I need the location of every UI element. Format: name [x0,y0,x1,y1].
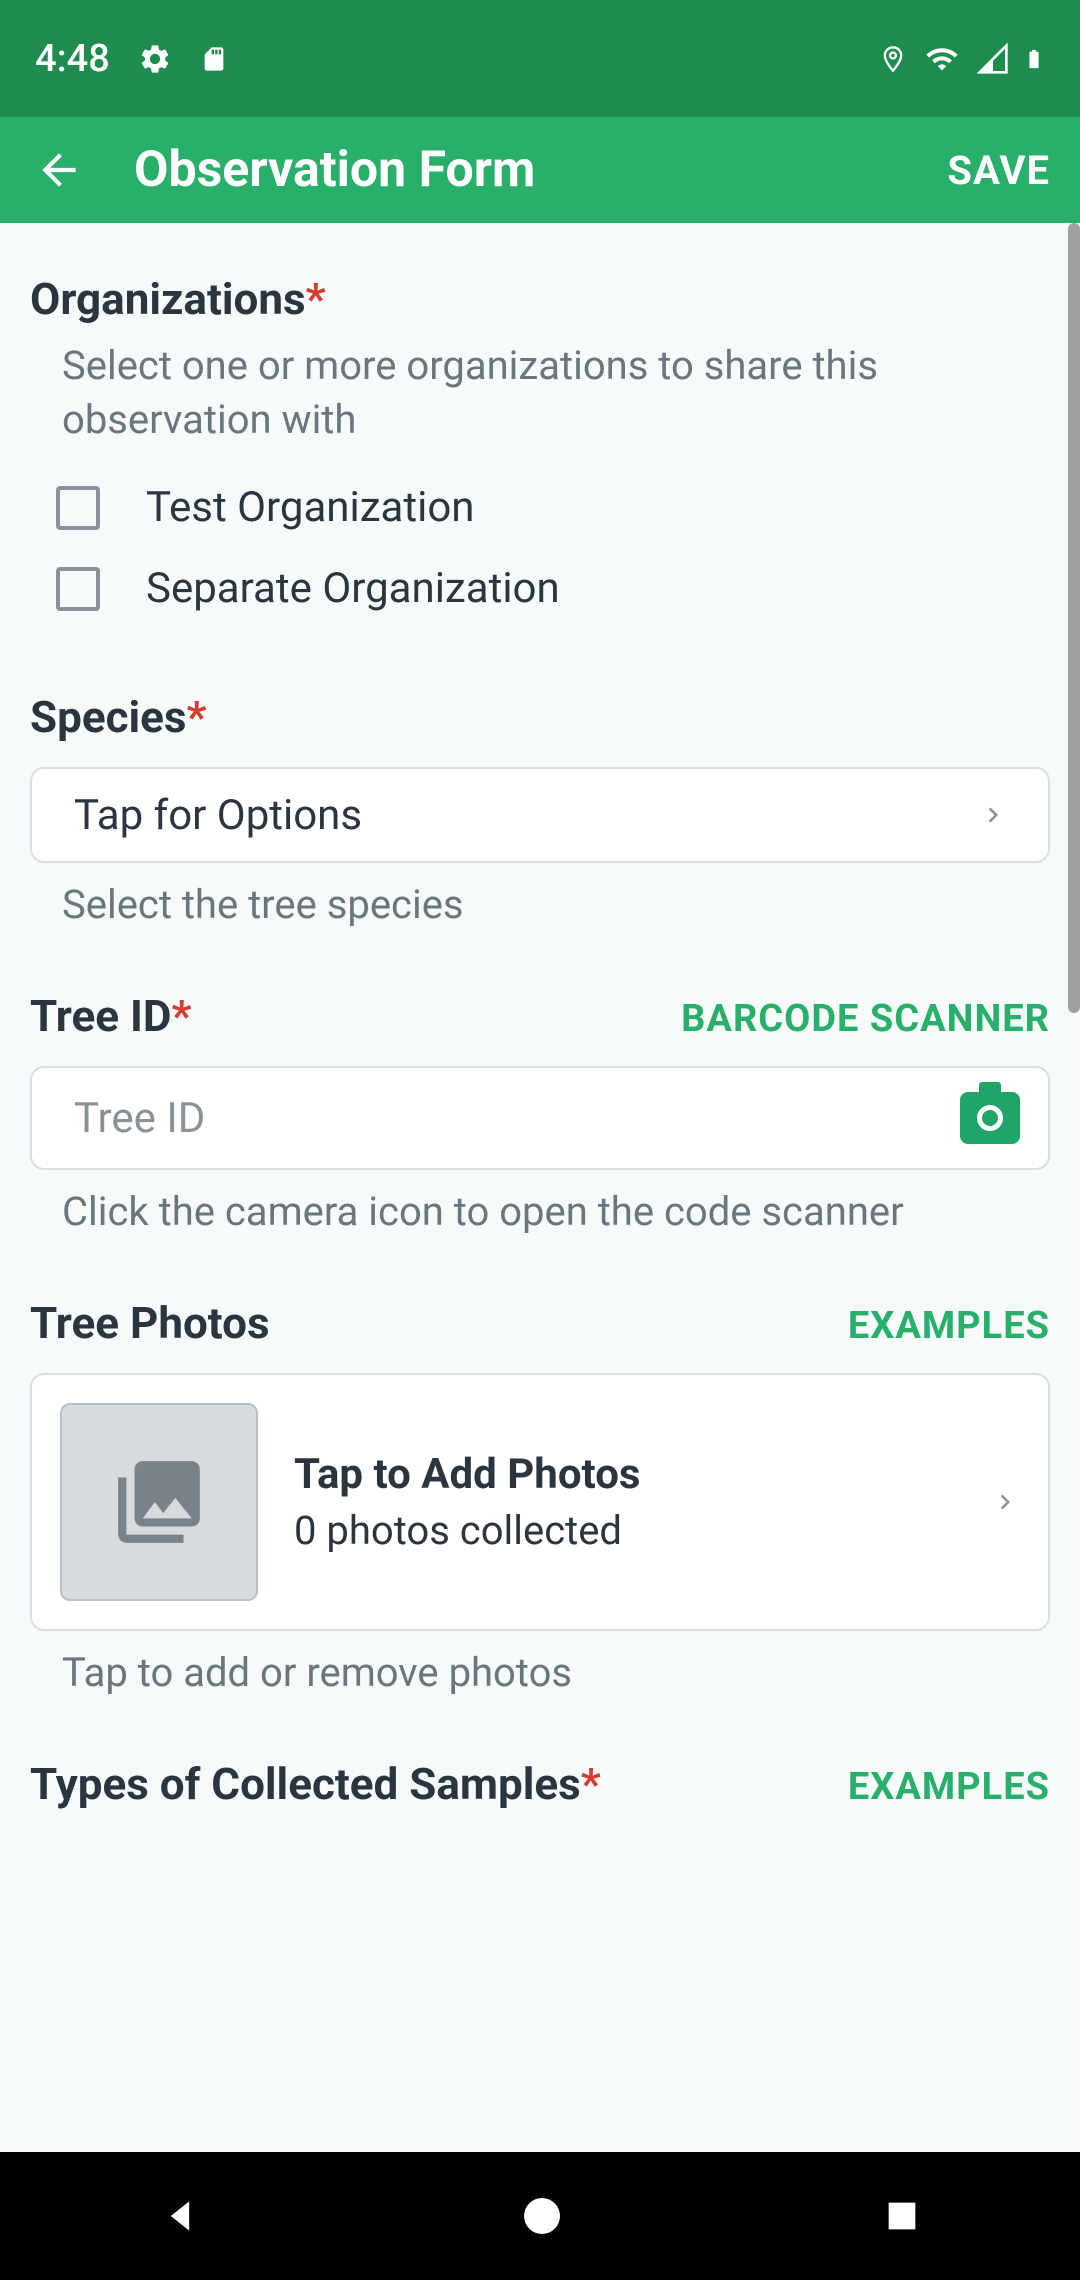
required-asterisk: * [187,691,207,743]
barcode-scanner-link[interactable]: BARCODE SCANNER [681,997,1050,1041]
add-photos-card[interactable]: Tap to Add Photos 0 photos collected [30,1373,1050,1631]
species-select[interactable]: Tap for Options [30,767,1050,863]
photos-examples-link[interactable]: EXAMPLES [848,1304,1050,1348]
wifi-icon [921,42,963,76]
status-time: 4:48 [35,37,110,81]
section-species: Species* Tap for Options Select the tree… [30,691,1050,928]
section-tree-id: Tree ID* BARCODE SCANNER Tree ID Click t… [30,990,1050,1235]
image-stack-icon [110,1453,208,1551]
section-tree-photos: Tree Photos EXAMPLES Tap to Add Photos 0… [30,1297,1050,1696]
tree-id-input[interactable]: Tree ID [30,1066,1050,1170]
back-button[interactable] [28,139,90,201]
section-organizations: Organizations* Select one or more organi… [30,273,1050,629]
app-bar: Observation Form SAVE [0,117,1080,223]
chevron-right-icon [990,1487,1020,1517]
camera-icon [977,1105,1003,1131]
battery-icon [1023,41,1045,77]
form-content[interactable]: Organizations* Select one or more organi… [0,223,1080,2152]
species-placeholder: Tap for Options [74,791,362,840]
checkbox-label: Test Organization [146,483,475,532]
photo-text: Tap to Add Photos 0 photos collected [294,1450,954,1554]
page-title: Observation Form [134,141,947,199]
camera-scan-button[interactable] [960,1092,1020,1144]
section-title-species: Species* [30,691,207,743]
chevron-right-icon [978,800,1008,830]
required-asterisk: * [581,1758,601,1810]
system-nav-bar [0,2152,1080,2280]
checkbox-icon [56,567,100,611]
signal-icon [977,43,1009,75]
status-bar: 4:48 [0,0,1080,117]
required-asterisk: * [171,990,191,1042]
scroll-indicator[interactable] [1068,223,1080,1013]
checkbox-test-organization[interactable]: Test Organization [30,467,1050,548]
tree-id-hint: Click the camera icon to open the code s… [30,1188,1050,1235]
nav-home-button[interactable] [518,2192,566,2240]
gear-icon [138,42,172,76]
required-asterisk: * [306,273,326,325]
nav-back-button[interactable] [158,2194,202,2238]
arrow-left-icon [34,145,84,195]
photos-hint: Tap to add or remove photos [30,1649,1050,1696]
organizations-hint: Select one or more organizations to shar… [30,339,1050,447]
photos-count: 0 photos collected [294,1507,954,1554]
tree-id-placeholder: Tree ID [74,1094,205,1143]
checkbox-separate-organization[interactable]: Separate Organization [30,548,1050,629]
checkbox-icon [56,486,100,530]
status-left: 4:48 [35,37,228,81]
save-button[interactable]: SAVE [947,147,1050,194]
species-hint: Select the tree species [30,881,1050,928]
location-icon [879,40,907,78]
section-title-organizations: Organizations* [30,273,326,325]
section-title-tree-photos: Tree Photos [30,1297,270,1349]
section-title-tree-id: Tree ID* [30,990,191,1042]
section-title-sample-types: Types of Collected Samples* [30,1758,601,1810]
section-sample-types: Types of Collected Samples* EXAMPLES [30,1758,1050,1810]
status-right [879,40,1045,78]
samples-examples-link[interactable]: EXAMPLES [848,1765,1050,1809]
nav-recent-button[interactable] [882,2196,922,2236]
photo-placeholder-thumb [60,1403,258,1601]
sd-card-icon [200,42,228,76]
checkbox-label: Separate Organization [146,564,560,613]
add-photos-title: Tap to Add Photos [294,1450,954,1499]
